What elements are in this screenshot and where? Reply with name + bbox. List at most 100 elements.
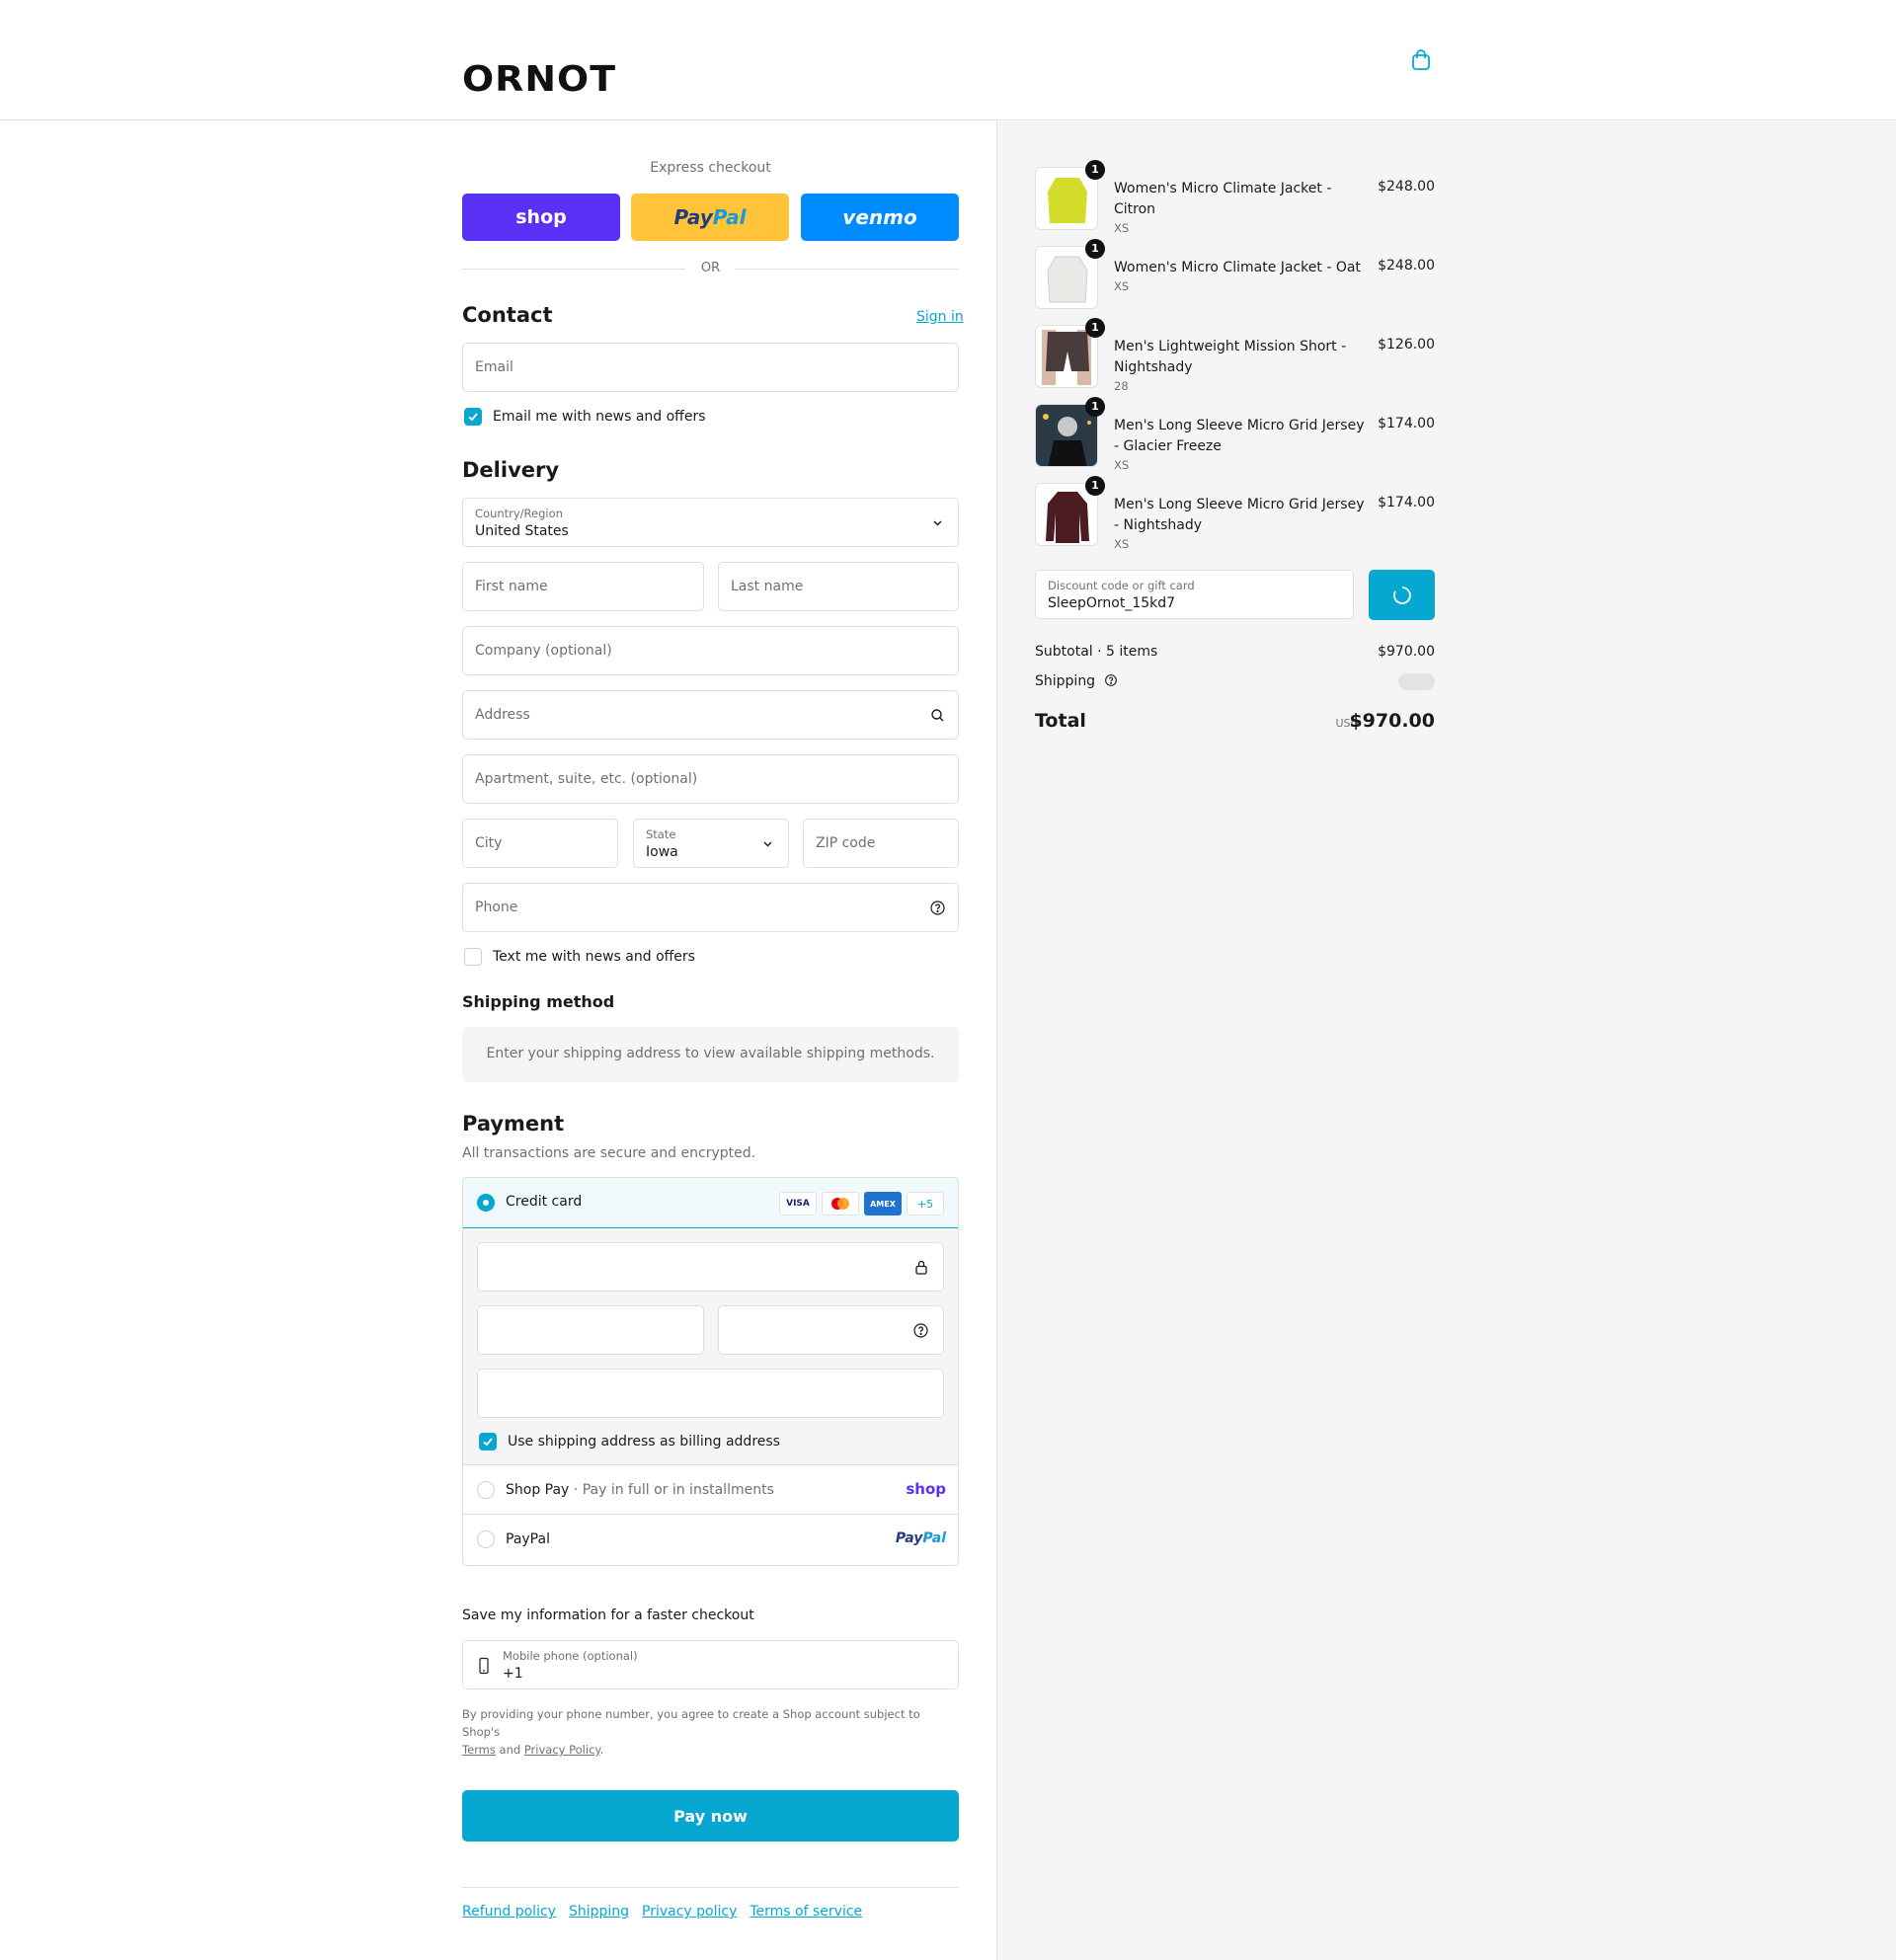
line-item: 1 Women's Micro Climate Jacket - Citron X… [1035, 160, 1435, 235]
phone-field[interactable]: Phone [462, 883, 959, 932]
chevron-down-icon [933, 520, 942, 526]
shipping-method-notice: Enter your shipping address to view avai… [462, 1027, 959, 1082]
total-value: $970.00 [1349, 710, 1435, 732]
paypal-logo-pal: Pal [922, 1530, 946, 1546]
discount-code-field[interactable]: Discount code or gift card SleepOrnot_15… [1035, 570, 1354, 619]
card-cvv-field[interactable] [718, 1305, 944, 1355]
quantity-badge: 1 [1085, 160, 1105, 180]
pay-now-button[interactable]: Pay now [462, 1790, 959, 1842]
line-item: 1 Men's Long Sleeve Micro Grid Jersey - … [1035, 476, 1435, 551]
mobile-phone-icon [479, 1657, 489, 1675]
paypal-logo-pal: Pal [712, 205, 747, 229]
visa-icon: VISA [779, 1192, 817, 1215]
shop-pay-express-button[interactable]: shop [462, 194, 620, 241]
ornot-logo[interactable]: ORNOT [462, 59, 616, 100]
contact-heading: Contact [462, 303, 553, 327]
help-circle-icon[interactable] [929, 900, 946, 916]
text-news-checkbox-row[interactable]: Text me with news and offers [464, 948, 695, 966]
first-name-field[interactable]: First name [462, 562, 704, 611]
shopping-bag-icon[interactable] [1410, 49, 1432, 71]
terms-of-service-link[interactable]: Terms of service [750, 1904, 862, 1920]
shop-legal-text: By providing your phone number, you agre… [462, 1707, 920, 1757]
shipping-link[interactable]: Shipping [569, 1904, 629, 1920]
email-field[interactable]: Email [462, 343, 959, 392]
more-cards-badge: +5 [907, 1192, 944, 1215]
card-expiry-field[interactable] [477, 1305, 704, 1355]
city-placeholder: City [475, 835, 503, 851]
apply-discount-button[interactable] [1369, 570, 1435, 620]
terms-link[interactable]: Terms [462, 1743, 496, 1757]
shop-pay-label: Shop Pay [506, 1482, 570, 1498]
address-placeholder: Address [475, 707, 530, 723]
product-price: $248.00 [1378, 258, 1435, 274]
email-news-checkbox-row[interactable]: Email me with news and offers [464, 408, 706, 426]
help-circle-icon[interactable] [1104, 673, 1118, 687]
header: ORNOT [0, 0, 1896, 120]
refund-policy-link[interactable]: Refund policy [462, 1904, 556, 1920]
product-variant: XS [1114, 221, 1130, 235]
state-select[interactable]: State Iowa [633, 819, 789, 868]
mobile-phone-field[interactable]: Mobile phone (optional) +1 [462, 1640, 959, 1689]
or-text: OR [700, 261, 721, 275]
line-item: 1 Men's Lightweight Mission Short - Nigh… [1035, 318, 1435, 393]
delivery-heading: Delivery [462, 458, 560, 482]
discount-label: Discount code or gift card [1048, 579, 1195, 592]
help-circle-icon[interactable] [912, 1322, 929, 1339]
billing-address-checkbox-row[interactable]: Use shipping address as billing address [479, 1433, 780, 1450]
credit-card-form: Use shipping address as billing address [463, 1228, 958, 1465]
mastercard-icon [822, 1192, 859, 1215]
company-field[interactable]: Company (optional) [462, 626, 959, 675]
zip-field[interactable]: ZIP code [803, 819, 959, 868]
venmo-express-button[interactable]: venmo [801, 194, 959, 241]
phone-placeholder: Phone [475, 900, 518, 915]
paypal-option[interactable]: PayPal PayPal [463, 1515, 958, 1564]
line-item: 1 Women's Micro Climate Jacket - Oat XS $… [1035, 239, 1435, 309]
privacy-policy-link[interactable]: Privacy Policy [524, 1743, 600, 1757]
email-news-checkbox[interactable] [464, 408, 482, 426]
chevron-down-icon [763, 841, 772, 847]
city-field[interactable]: City [462, 819, 618, 868]
state-label: State [646, 827, 676, 841]
footer-divider [462, 1887, 959, 1888]
credit-card-option[interactable]: Credit card VISA AMEX +5 [463, 1178, 958, 1228]
shop-pay-logo: shop [515, 206, 567, 228]
product-price: $248.00 [1378, 179, 1435, 195]
country-select[interactable]: Country/Region United States [462, 498, 959, 547]
product-price: $174.00 [1378, 495, 1435, 510]
paypal-logo-pay: Pay [673, 205, 713, 229]
mobile-phone-label: Mobile phone (optional) [503, 1649, 638, 1663]
product-name: Men's Long Sleeve Micro Grid Jersey - Gl… [1114, 418, 1365, 454]
address-field[interactable]: Address [462, 690, 959, 740]
paypal-express-button[interactable]: Pay Pal [631, 194, 789, 241]
legal-and: and [499, 1743, 521, 1757]
sign-in-link[interactable]: Sign in [916, 309, 964, 325]
save-info-title: Save my information for a faster checkou… [462, 1607, 754, 1623]
country-label: Country/Region [475, 507, 563, 520]
credit-card-radio[interactable] [477, 1194, 495, 1212]
privacy-policy-footer-link[interactable]: Privacy policy [642, 1904, 737, 1920]
last-name-field[interactable]: Last name [718, 562, 959, 611]
product-name: Men's Long Sleeve Micro Grid Jersey - Ni… [1114, 497, 1365, 533]
legal-text: By providing your phone number, you agre… [462, 1707, 920, 1739]
discount-value: SleepOrnot_15kd7 [1048, 595, 1176, 611]
shop-pay-option[interactable]: Shop Pay · Pay in full or in installment… [463, 1465, 958, 1515]
first-name-placeholder: First name [475, 579, 548, 594]
text-news-checkbox[interactable] [464, 948, 482, 966]
quantity-badge: 1 [1085, 397, 1105, 417]
card-number-field[interactable] [477, 1242, 944, 1292]
paypal-radio[interactable] [477, 1530, 495, 1548]
mobile-phone-value: +1 [503, 1666, 523, 1682]
quantity-badge: 1 [1085, 239, 1105, 259]
shipping-label: Shipping [1035, 673, 1096, 689]
billing-address-checkbox[interactable] [479, 1433, 497, 1450]
total-label: Total [1035, 710, 1086, 732]
email-placeholder: Email [475, 359, 514, 375]
apartment-field[interactable]: Apartment, suite, etc. (optional) [462, 754, 959, 804]
shop-pay-radio[interactable] [477, 1481, 495, 1499]
shipping-value-placeholder [1398, 673, 1435, 690]
product-name: Women's Micro Climate Jacket - Citron [1114, 181, 1332, 217]
total-row: Total USD $970.00 [1035, 708, 1435, 736]
email-news-label: Email me with news and offers [493, 409, 706, 425]
payment-methods: Credit card VISA AMEX +5 Use shipping ad… [462, 1177, 959, 1566]
card-name-field[interactable] [477, 1369, 944, 1418]
